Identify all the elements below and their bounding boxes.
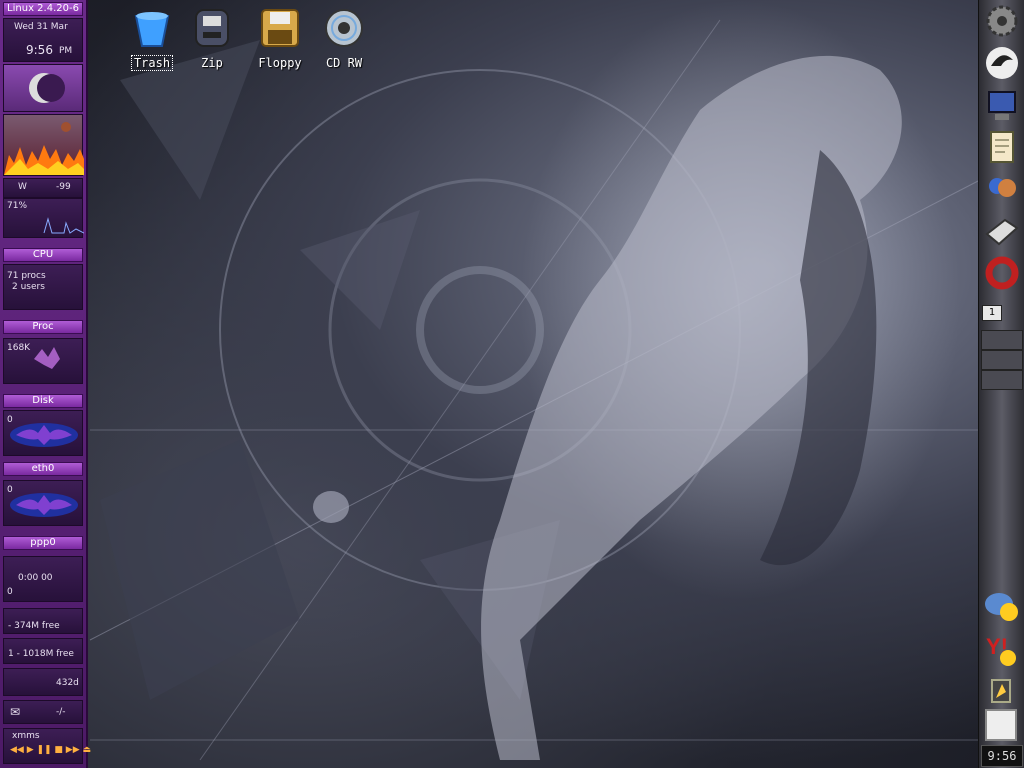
- dock-computer-app[interactable]: [983, 86, 1021, 124]
- dock-gnome-app[interactable]: [983, 44, 1021, 82]
- desktop-icon-zip[interactable]: Zip: [182, 6, 242, 71]
- disk-graph-panel: 168K: [3, 338, 83, 384]
- desktop-wallpaper: [0, 0, 1024, 768]
- hostname-label: Linux 2.4.20-6: [3, 2, 83, 16]
- uptime-text: 432d: [56, 678, 79, 688]
- moon-phase-panel: [3, 64, 83, 112]
- disk-chart-panel: 0: [3, 410, 83, 456]
- dock-chat-app[interactable]: [982, 588, 1020, 626]
- floppy-icon: [258, 6, 302, 50]
- app-icon: [991, 679, 1011, 703]
- gkrellm-monitor-panel: Linux 2.4.20-6 Wed 31 Mar 9:56 PM W -99 …: [0, 0, 91, 768]
- smiley-bubble-icon: [985, 593, 1018, 621]
- proc-label: Proc: [3, 320, 83, 334]
- moon-icon: [29, 73, 65, 103]
- gnome-foot-icon: [986, 47, 1018, 79]
- blank-tile-icon: [985, 709, 1017, 741]
- batman-logo: [10, 493, 78, 517]
- desktop-icon-trash[interactable]: Trash: [122, 6, 182, 71]
- task-button[interactable]: [981, 370, 1023, 390]
- zip-drive-icon: [190, 6, 234, 50]
- swap-free: 1 - 1018M free: [8, 649, 74, 659]
- mail-panel[interactable]: ✉ -/-: [3, 700, 83, 724]
- mem-panel: - 374M free: [3, 608, 83, 634]
- desktop-icon-floppy[interactable]: Floppy: [250, 6, 310, 71]
- wallpaper-art: [89, 0, 981, 761]
- xmms-controls[interactable]: ◀◀ ▶ ❚❚ ■ ▶▶ ⏏: [10, 745, 91, 755]
- procs-count: 71 procs: [7, 271, 46, 281]
- date-text: Wed 31 Mar: [14, 22, 68, 32]
- yahoo-messenger-icon: Y!: [986, 634, 1016, 666]
- people-icon: [989, 178, 1016, 197]
- time-text: 9:56: [26, 43, 53, 57]
- cd-icon: [322, 6, 366, 50]
- proc-panel: 71 procs 2 users: [3, 264, 83, 310]
- ppp0-zero: 0: [7, 587, 13, 597]
- desktop-icon-label: Floppy: [258, 56, 302, 70]
- keyboard-icon: [985, 218, 1019, 246]
- eth0-label: eth0: [3, 462, 83, 476]
- ppp0-time: 0:00 00: [18, 573, 53, 583]
- cpu-percent: 71%: [7, 201, 28, 211]
- dock-people-app[interactable]: [983, 170, 1021, 208]
- dock-ring-app[interactable]: [983, 254, 1021, 292]
- batman-logo: [10, 423, 78, 447]
- disk-rate: 168K: [7, 343, 31, 353]
- cpu-graph-panel: 71%: [3, 198, 85, 238]
- dock-terminal-app[interactable]: [983, 212, 1021, 250]
- cpu-label: CPU: [3, 248, 83, 262]
- desktop-icon-label: Trash: [130, 55, 174, 71]
- clock-panel: Wed 31 Mar 9:56 PM: [3, 18, 83, 62]
- trash-icon: [130, 6, 174, 50]
- mem-free: - 374M free: [8, 621, 60, 631]
- ppp0-panel: 0:00 00 0: [3, 556, 83, 602]
- uptime-panel: 432d: [3, 668, 83, 696]
- weather-value: -99: [56, 182, 71, 192]
- ppp0-label: ppp0: [3, 536, 83, 550]
- notepad-icon: [990, 131, 1014, 163]
- dock-editor-app[interactable]: [983, 128, 1021, 166]
- task-button[interactable]: [981, 330, 1023, 350]
- sun-fire-panel: [3, 114, 84, 176]
- dock-gear-app[interactable]: [983, 2, 1021, 40]
- xmms-label: xmms: [12, 731, 40, 741]
- desktop-icon-cdrw[interactable]: CD RW: [314, 6, 374, 71]
- mail-count: -/-: [56, 707, 66, 717]
- ampm-text: PM: [59, 46, 73, 56]
- ring-icon: [985, 256, 1019, 290]
- weather-panel: W -99: [3, 178, 83, 198]
- disk-zero: 0: [7, 415, 13, 425]
- fire-graph: [4, 122, 84, 175]
- dock-clock: 9:56: [981, 745, 1023, 767]
- eth0-zero: 0: [7, 485, 13, 495]
- computer-icon: [988, 91, 1016, 120]
- weather-label: W: [18, 182, 27, 192]
- xmms-panel: xmms ◀◀ ▶ ❚❚ ■ ▶▶ ⏏: [3, 728, 91, 764]
- task-button[interactable]: [981, 350, 1023, 370]
- mail-icon: ✉: [10, 705, 21, 719]
- gear-icon: [986, 5, 1018, 37]
- desktop-icon-label: CD RW: [325, 56, 363, 70]
- dock-blank-app[interactable]: [982, 706, 1020, 744]
- dock-small-app[interactable]: [982, 672, 1020, 710]
- workspace-pager[interactable]: 1: [982, 305, 1002, 321]
- users-count: 2 users: [12, 282, 45, 292]
- desktop-icon-label: Zip: [201, 56, 223, 70]
- eth0-chart-panel: 0: [3, 480, 83, 526]
- swap-panel: 1 - 1018M free: [3, 638, 83, 664]
- dock-yahoo-app[interactable]: Y!: [982, 630, 1020, 668]
- disk-label: Disk: [3, 394, 83, 408]
